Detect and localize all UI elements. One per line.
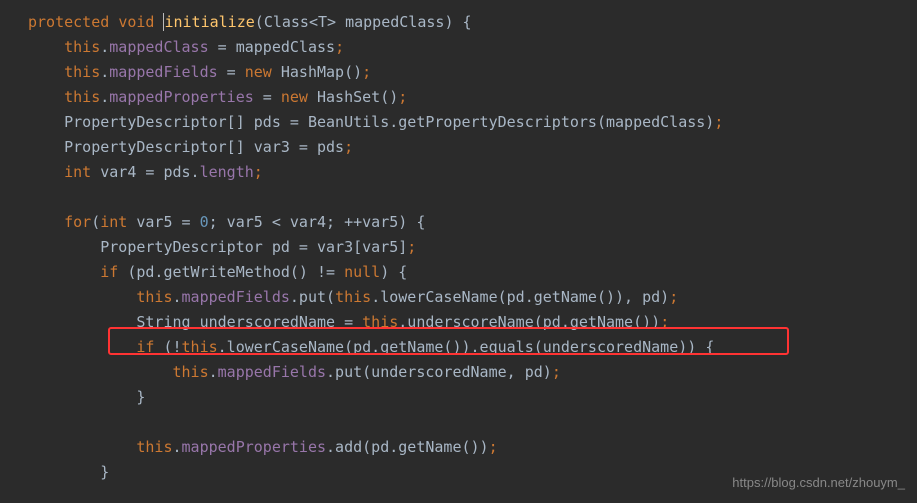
code-line-17: [28, 410, 917, 435]
watermark: https://blog.csdn.net/zhouym_: [732, 470, 905, 495]
code-line-3: this.mappedFields = new HashMap();: [28, 60, 917, 85]
code-line-13: String underscoredName = this.underscore…: [28, 310, 917, 335]
code-line-8: [28, 185, 917, 210]
code-line-6: PropertyDescriptor[] var3 = pds;: [28, 135, 917, 160]
code-line-18: this.mappedProperties.add(pd.getName());: [28, 435, 917, 460]
code-line-11: if (pd.getWriteMethod() != null) {: [28, 260, 917, 285]
code-editor[interactable]: protected void initialize(Class<T> mappe…: [28, 10, 917, 485]
code-line-9: for(int var5 = 0; var5 < var4; ++var5) {: [28, 210, 917, 235]
code-line-5: PropertyDescriptor[] pds = BeanUtils.get…: [28, 110, 917, 135]
code-line-15: this.mappedFields.put(underscoredName, p…: [28, 360, 917, 385]
code-line-4: this.mappedProperties = new HashSet();: [28, 85, 917, 110]
code-line-16: }: [28, 385, 917, 410]
code-line-1: protected void initialize(Class<T> mappe…: [28, 10, 917, 35]
code-line-2: this.mappedClass = mappedClass;: [28, 35, 917, 60]
code-line-7: int var4 = pds.length;: [28, 160, 917, 185]
code-line-10: PropertyDescriptor pd = var3[var5];: [28, 235, 917, 260]
code-line-12: this.mappedFields.put(this.lowerCaseName…: [28, 285, 917, 310]
code-line-14: if (!this.lowerCaseName(pd.getName()).eq…: [28, 335, 917, 360]
